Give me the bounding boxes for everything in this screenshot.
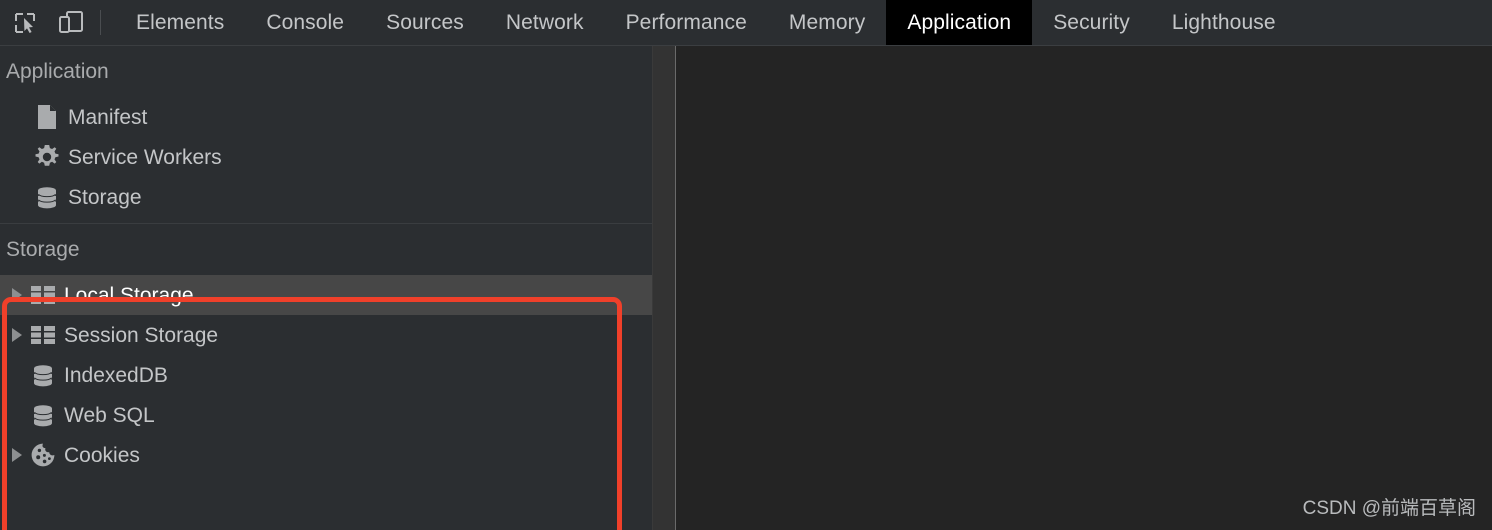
sidebar-item-storage-label: Storage: [68, 185, 142, 209]
sidebar-item-web-sql[interactable]: Web SQL: [0, 395, 652, 435]
tab-network[interactable]: Network: [485, 0, 605, 45]
toolbar-divider: [100, 10, 101, 35]
sidebar-item-service-workers-label: Service Workers: [68, 145, 222, 169]
tab-sources[interactable]: Sources: [365, 0, 485, 45]
table-icon: [28, 324, 58, 346]
sidebar-item-cookies[interactable]: Cookies: [0, 435, 652, 475]
sidebar-item-session-storage-label: Session Storage: [64, 323, 219, 347]
csdn-watermark: CSDN @前端百草阁: [1302, 498, 1476, 519]
database-icon: [28, 362, 58, 388]
tab-elements[interactable]: Elements: [115, 0, 245, 45]
sidebar-item-manifest[interactable]: Manifest: [0, 97, 652, 137]
panel-resize-divider[interactable]: [652, 46, 676, 530]
sidebar-item-local-storage[interactable]: Local Storage: [0, 275, 652, 315]
tab-security[interactable]: Security: [1032, 0, 1151, 45]
database-icon: [32, 184, 62, 210]
sidebar-item-indexeddb[interactable]: IndexedDB: [0, 355, 652, 395]
application-main-panel: CSDN @前端百草阁: [676, 46, 1492, 530]
chevron-right-icon[interactable]: [6, 328, 28, 342]
table-icon: [28, 284, 58, 306]
sidebar-section-storage: Storage Local Storage Session Storage In…: [0, 223, 652, 481]
inspect-element-icon[interactable]: [6, 4, 44, 42]
section-title-storage: Storage: [6, 238, 80, 261]
tab-performance[interactable]: Performance: [605, 0, 768, 45]
database-icon: [28, 402, 58, 428]
section-title-application: Application: [6, 60, 109, 83]
sidebar-item-service-workers[interactable]: Service Workers: [0, 137, 652, 177]
sidebar-item-storage[interactable]: Storage: [0, 177, 652, 217]
tab-security-label: Security: [1053, 10, 1130, 34]
sidebar-item-manifest-label: Manifest: [68, 105, 148, 129]
tab-application-label: Application: [907, 10, 1012, 34]
tab-network-label: Network: [505, 10, 584, 34]
sidebar-item-cookies-label: Cookies: [64, 443, 140, 467]
application-sidebar: Application Manifest Service Workers Sto…: [0, 46, 652, 530]
sidebar-item-session-storage[interactable]: Session Storage: [0, 315, 652, 355]
gear-icon: [32, 144, 62, 170]
chevron-right-icon[interactable]: [6, 448, 28, 462]
application-tree: Manifest Service Workers Storage: [0, 97, 652, 223]
sidebar-item-web-sql-label: Web SQL: [64, 403, 155, 427]
sidebar-section-application: Application Manifest Service Workers Sto…: [0, 46, 652, 223]
device-toolbar-icon[interactable]: [52, 4, 90, 42]
tab-application[interactable]: Application: [886, 0, 1033, 45]
tab-elements-label: Elements: [136, 10, 225, 34]
tab-sources-label: Sources: [386, 10, 464, 34]
devtools-window: Elements Console Sources Network Perform…: [0, 0, 1492, 530]
toolbar-icon-group: [0, 0, 115, 45]
tab-memory-label: Memory: [788, 10, 866, 34]
tab-console[interactable]: Console: [245, 0, 365, 45]
devtools-tab-bar: Elements Console Sources Network Perform…: [115, 0, 1492, 45]
tab-console-label: Console: [266, 10, 345, 34]
sidebar-item-indexeddb-label: IndexedDB: [64, 363, 168, 387]
cookie-icon: [28, 442, 58, 468]
manifest-document-icon: [32, 104, 62, 130]
storage-tree: Local Storage Session Storage IndexedDB …: [0, 275, 652, 481]
devtools-body: Application Manifest Service Workers Sto…: [0, 46, 1492, 530]
devtools-toolbar: Elements Console Sources Network Perform…: [0, 0, 1492, 46]
tab-lighthouse-label: Lighthouse: [1171, 10, 1276, 34]
tab-performance-label: Performance: [625, 10, 747, 34]
sidebar-item-local-storage-label: Local Storage: [64, 283, 194, 307]
tab-lighthouse[interactable]: Lighthouse: [1151, 0, 1297, 45]
tab-memory[interactable]: Memory: [768, 0, 886, 45]
chevron-right-icon[interactable]: [6, 288, 28, 302]
